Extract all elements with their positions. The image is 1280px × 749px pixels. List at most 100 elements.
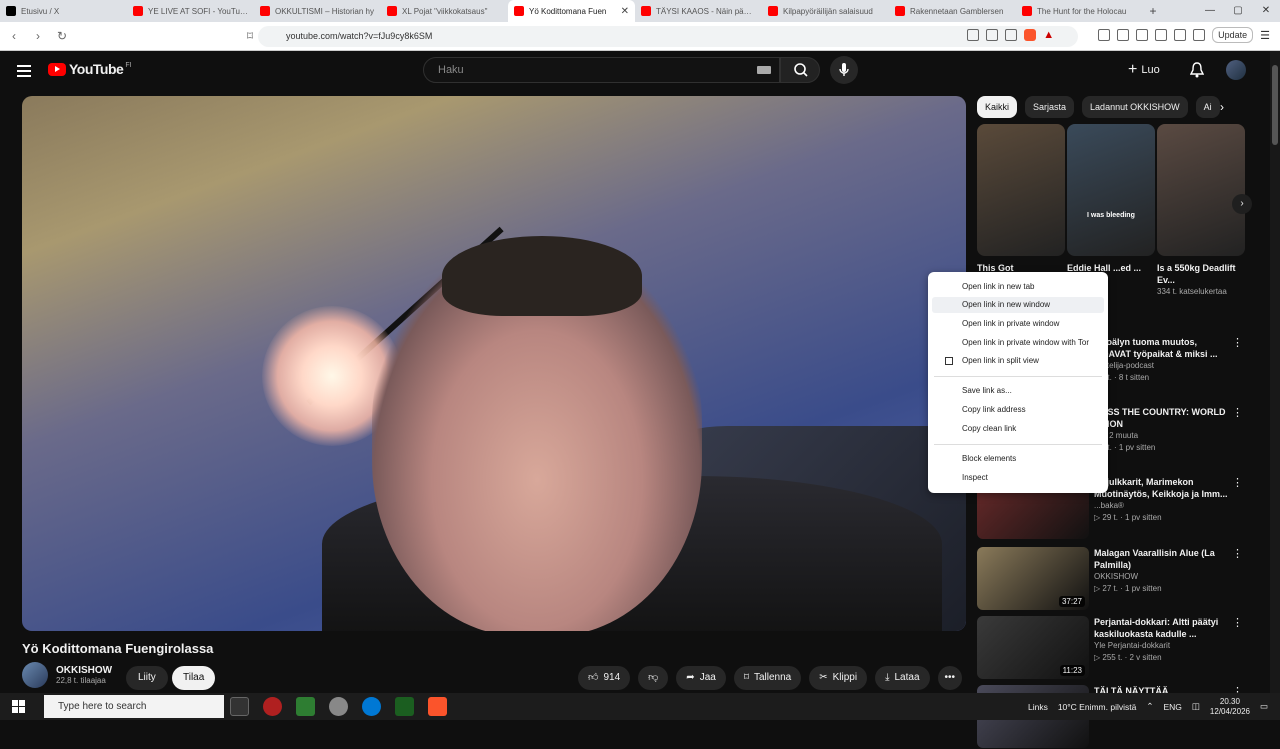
more-options-icon[interactable]: ⋮	[1232, 547, 1243, 560]
more-options-icon[interactable]: ⋮	[1232, 616, 1243, 629]
short-thumbnail[interactable]	[977, 124, 1065, 256]
tray-chevron-icon[interactable]: ⌃	[1146, 701, 1153, 712]
translate-icon[interactable]	[967, 29, 980, 41]
media-icon[interactable]	[1117, 29, 1130, 41]
recommendation-title[interactable]: Perjantai-dokkari: Altti päätyi kaskiluo…	[1094, 616, 1234, 640]
cast-icon[interactable]	[986, 29, 999, 41]
recommendation-channel[interactable]: Yle Perjantai-dokkarit	[1094, 640, 1234, 652]
chip-series[interactable]: Sarjasta	[1025, 96, 1075, 118]
like-button[interactable]: 👍︎ 914	[578, 666, 631, 690]
short-title[interactable]: Is a 550kg Deadlift Ev...	[1157, 262, 1245, 286]
bookmark-icon[interactable]: ⌑	[240, 29, 260, 43]
browser-tab[interactable]: TÄYSI KAAOS - Näin päätty	[635, 0, 762, 22]
links-toolbar[interactable]: Links	[1028, 702, 1048, 712]
youtube-logo[interactable]: YouTube FI	[48, 61, 132, 77]
chips-next-icon[interactable]: ›	[1220, 100, 1224, 114]
browser-tab[interactable]: YE LIVE AT SOFI - YouTube	[127, 0, 254, 22]
menu-block-elements[interactable]: Block elements	[962, 451, 1016, 467]
back-icon[interactable]: ‹	[4, 29, 24, 43]
minimize-button[interactable]: —	[1196, 0, 1224, 22]
scrollbar-thumb[interactable]	[1272, 65, 1278, 145]
voice-search-button[interactable]	[830, 56, 858, 84]
menu-open-split-view[interactable]: Open link in split view	[962, 353, 1039, 369]
reading-list-icon[interactable]	[1136, 29, 1149, 41]
close-window-button[interactable]: ✕	[1252, 0, 1280, 22]
menu-open-private-window[interactable]: Open link in private window	[962, 316, 1059, 332]
keyboard-icon[interactable]	[757, 66, 771, 74]
browser-tab[interactable]: Etusivu / X	[0, 0, 127, 22]
notifications-bell-icon[interactable]	[1190, 62, 1204, 78]
maximize-button[interactable]: ▢	[1224, 0, 1252, 22]
close-tab-icon[interactable]: ✕	[621, 6, 629, 17]
menu-open-new-window[interactable]: Open link in new window	[932, 297, 1104, 313]
update-button[interactable]: Update	[1212, 27, 1254, 43]
channel-name[interactable]: OKKISHOW	[56, 665, 112, 676]
new-tab-button[interactable]: +	[1143, 4, 1163, 18]
short-thumbnail[interactable]	[1157, 124, 1245, 256]
language-indicator[interactable]: ENG	[1163, 702, 1181, 712]
windows-start-icon[interactable]	[12, 700, 25, 713]
download-button[interactable]: ⤓ Lataa	[875, 666, 930, 690]
network-icon[interactable]: ◫	[1192, 701, 1200, 712]
recommendation-title[interactable]: Malagan Vaarallisin Alue (La Palmilla)	[1094, 547, 1234, 571]
search-input[interactable]: Haku	[423, 57, 780, 83]
notifications-icon[interactable]: ▭	[1260, 701, 1268, 712]
dislike-button[interactable]: 👎︎	[638, 666, 669, 690]
channel-avatar[interactable]	[22, 662, 48, 688]
account-avatar[interactable]	[1226, 60, 1246, 80]
vpn-icon[interactable]	[1193, 29, 1206, 41]
forward-icon[interactable]: ›	[28, 29, 48, 43]
browser-tab[interactable]: Rakennetaan Gamblersen	[889, 0, 1016, 22]
menu-save-link[interactable]: Save link as...	[962, 383, 1012, 399]
chip-uploaded-by[interactable]: Ladannut OKKISHOW	[1082, 96, 1188, 118]
browser-tab[interactable]: OKKULTISMI – Historian hy	[254, 0, 381, 22]
browser-tab[interactable]: XL Pojat "viikkokatsaus"	[381, 0, 508, 22]
recommendation-channel[interactable]: ...ja 2 muuta	[1094, 430, 1234, 442]
browser-tab[interactable]: The Hunt for the Holocau	[1016, 0, 1143, 22]
app-icon[interactable]	[329, 697, 348, 716]
edge-icon[interactable]	[362, 697, 381, 716]
menu-open-private-tor[interactable]: Open link in private window with Tor	[962, 335, 1089, 351]
browser-tab[interactable]: Yö Kodittomana Fuen ✕	[508, 0, 635, 22]
recommendation-item[interactable]: 37:27 Malagan Vaarallisin Alue (La Palmil…	[977, 547, 1257, 611]
subscribe-button[interactable]: Tilaa	[172, 666, 216, 690]
search-button[interactable]	[780, 57, 820, 83]
join-button[interactable]: Liity	[126, 666, 168, 690]
more-options-icon[interactable]: ⋮	[1232, 406, 1243, 419]
short-card[interactable]: Is a 550kg Deadlift Ev... 334 t. katseluk…	[1157, 124, 1245, 320]
menu-copy-link[interactable]: Copy link address	[962, 402, 1026, 418]
recommendation-channel[interactable]: ...intelija-podcast	[1094, 360, 1234, 372]
brave-shield-icon[interactable]	[1024, 29, 1037, 41]
brave-browser-icon[interactable]	[428, 697, 447, 716]
url-field[interactable]: youtube.com/watch?v=fJu9cy8k6SM	[258, 26, 1078, 47]
share-icon[interactable]	[1005, 29, 1018, 41]
extensions-icon[interactable]	[1174, 29, 1187, 41]
play-app-icon[interactable]	[395, 697, 414, 716]
recommendation-channel[interactable]: OKKISHOW	[1094, 571, 1234, 583]
sidebar-icon[interactable]	[1098, 29, 1111, 41]
taskbar-search-input[interactable]: Type here to search	[44, 695, 224, 718]
chip-more[interactable]: Ai	[1195, 96, 1220, 118]
chip-all[interactable]: Kaikki	[977, 96, 1018, 118]
menu-open-new-tab[interactable]: Open link in new tab	[962, 279, 1035, 295]
app-icon[interactable]	[296, 697, 315, 716]
reload-icon[interactable]: ↻	[52, 29, 72, 43]
more-actions-button[interactable]: •••	[937, 666, 963, 690]
hamburger-icon[interactable]	[17, 65, 31, 77]
video-player[interactable]	[22, 96, 966, 631]
create-button[interactable]: + Luo	[1128, 61, 1160, 79]
task-view-icon[interactable]	[230, 697, 249, 716]
more-options-icon[interactable]: ⋮	[1232, 336, 1243, 349]
tab-search-icon[interactable]	[1155, 29, 1168, 41]
menu-inspect[interactable]: Inspect	[962, 470, 988, 486]
rewards-icon[interactable]: ▲	[1043, 29, 1054, 41]
recommendation-channel[interactable]: ...baka®	[1094, 500, 1234, 512]
weather-widget[interactable]: 10°C Enimm. pilvistä	[1058, 702, 1137, 712]
recommendation-title[interactable]: ...koälyn tuoma muutos, ...OAVAT työpaik…	[1094, 336, 1234, 360]
menu-copy-clean-link[interactable]: Copy clean link	[962, 421, 1016, 437]
browser-tab[interactable]: Kilpapyöräilijän salaisuud	[762, 0, 889, 22]
save-button[interactable]: ⌑ Tallenna	[733, 666, 802, 690]
menu-icon[interactable]: ☰	[1260, 29, 1270, 42]
recommendation-title[interactable]: ...ESS THE COUNTRY: WORLD ...TION	[1094, 406, 1234, 430]
recommendation-item[interactable]: 11:23 Perjantai-dokkari: Altti päätyi kas…	[977, 616, 1257, 680]
